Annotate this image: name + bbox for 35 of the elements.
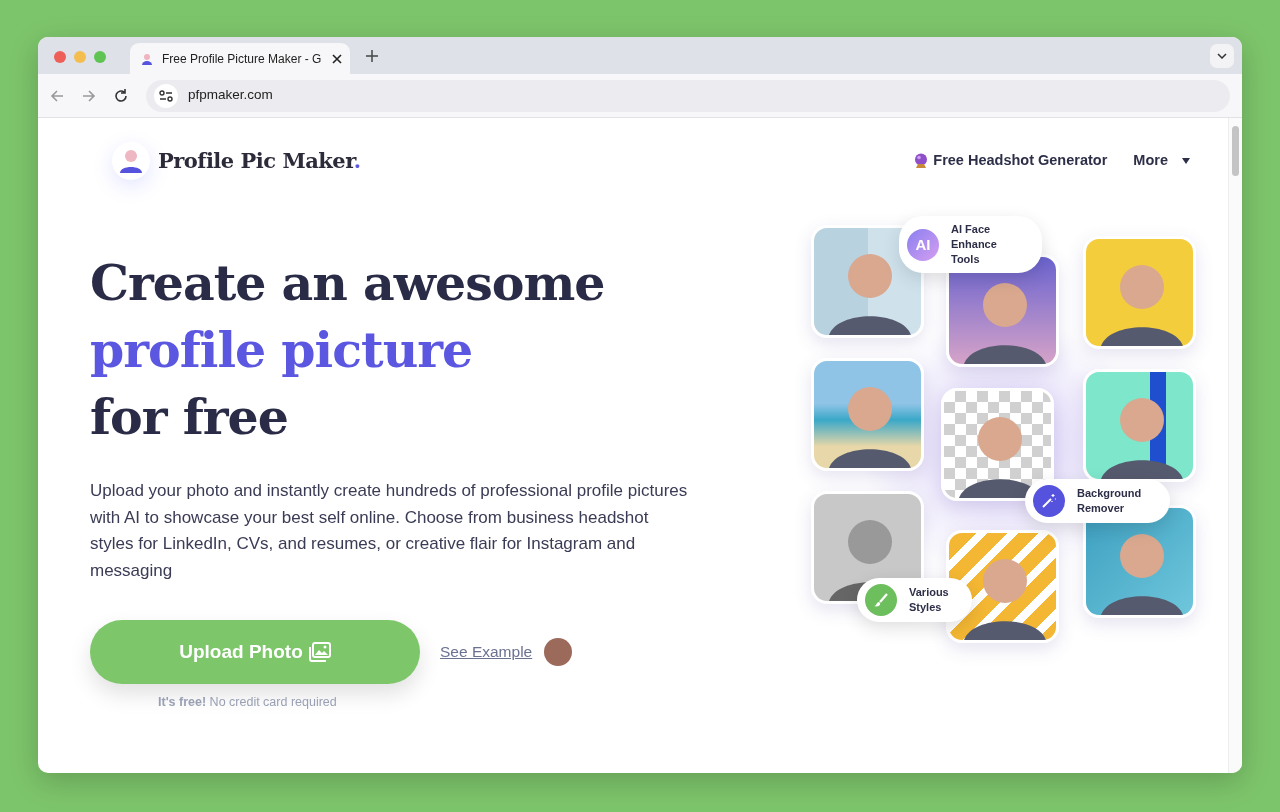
more-menu-button[interactable]: More — [1133, 150, 1190, 172]
image-icon — [308, 642, 331, 662]
badge-label: Various Styles — [909, 585, 950, 615]
free-note: It's free! No credit card required — [158, 694, 338, 711]
site-settings-icon[interactable] — [159, 89, 173, 102]
close-window-button[interactable] — [54, 50, 66, 63]
reload-icon[interactable] — [114, 88, 128, 103]
crystal-ball-icon — [914, 153, 929, 169]
badge-label: Background Remover — [1077, 486, 1143, 516]
headline-line: Create an awesome — [90, 253, 606, 314]
logo-icon[interactable] — [112, 142, 150, 180]
brush-icon — [865, 584, 897, 616]
person-icon — [140, 51, 154, 66]
tab-title: Free Profile Picture Maker - G — [162, 50, 323, 68]
logo-text[interactable]: Profile Pic Maker. — [158, 145, 361, 177]
badge-label: AI Face Enhance Tools — [951, 222, 998, 267]
address-bar[interactable]: pfpmaker.com — [146, 79, 1230, 112]
see-example-link[interactable]: See Example — [440, 640, 533, 664]
headshot-generator-link[interactable]: Free Headshot Generator — [914, 150, 1108, 172]
maximize-window-button[interactable] — [94, 50, 106, 63]
new-tab-icon[interactable] — [366, 49, 378, 62]
magic-wand-icon — [1033, 485, 1065, 517]
browser-tab[interactable]: Free Profile Picture Maker - G — [130, 43, 350, 74]
forward-icon[interactable] — [82, 88, 96, 103]
avatar-placeholder — [544, 638, 573, 666]
chevron-down-icon — [1217, 52, 1227, 59]
headline-line: for free — [90, 387, 289, 448]
tab-list-button[interactable] — [1210, 43, 1234, 68]
scrollbar-thumb[interactable] — [1232, 126, 1239, 176]
ai-icon: AI — [907, 228, 939, 261]
back-icon[interactable] — [50, 88, 64, 103]
close-icon[interactable] — [332, 53, 342, 64]
headline-line: profile picture — [90, 320, 474, 381]
description: Upload your photo and instantly create hundreds of professional profile pictures with AI to showcase your best self online. Choose from business headshot styles for LinkedIn, CVs, and resumes, or creative flair for Instagram and messaging — [90, 480, 689, 582]
caret-icon — [1182, 158, 1190, 164]
